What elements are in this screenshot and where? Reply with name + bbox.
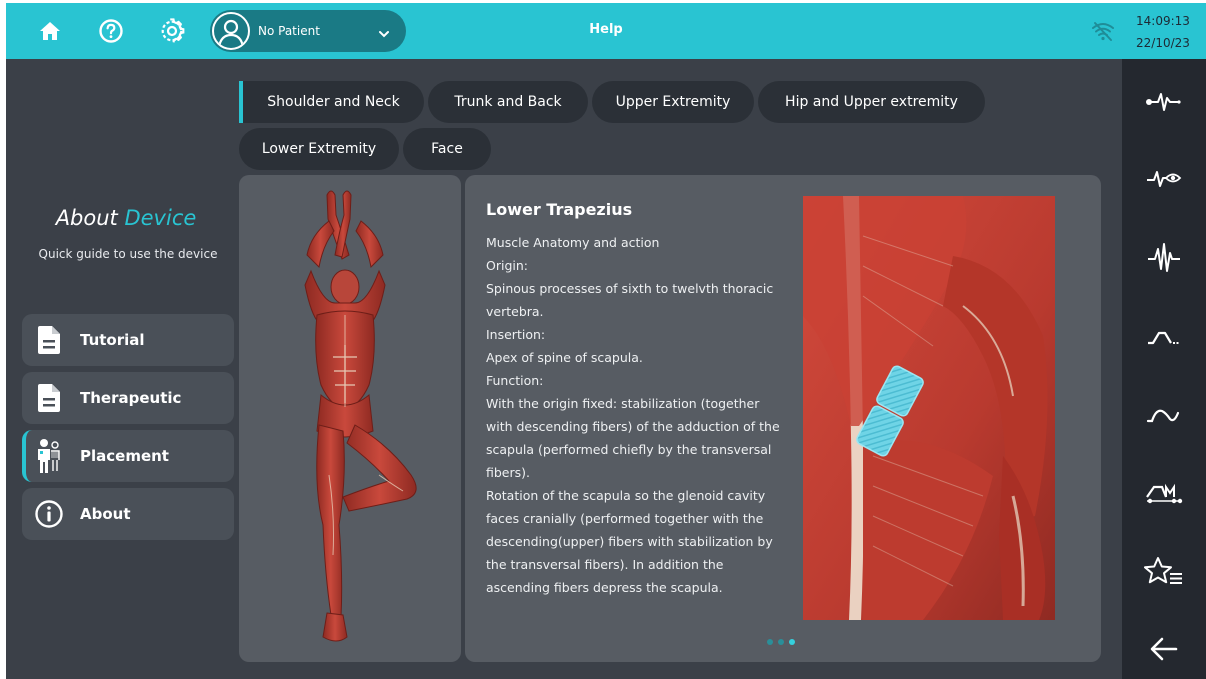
- chevron-down-icon: [378, 25, 390, 44]
- tab-hip-and-upper-extremity[interactable]: Hip and Upper extremity: [758, 81, 985, 123]
- sidebar-item-label: Tutorial: [80, 331, 145, 349]
- description-line: Apex of spine of scapula.: [486, 350, 643, 365]
- body-anatomy-icon: [32, 439, 66, 473]
- anatomy-figure-panel: [239, 175, 461, 662]
- sidebar-item-label: About: [80, 505, 131, 523]
- ems-waveform-icon[interactable]: [1142, 82, 1186, 122]
- top-bar: No Patient Help 14:09:13 22/10/23: [6, 3, 1206, 59]
- clock: 14:09:13 22/10/23: [1136, 10, 1190, 54]
- sidebar-item-tutorial[interactable]: Tutorial: [22, 314, 234, 366]
- muscle-title: Lower Trapezius: [486, 200, 633, 219]
- tab-face[interactable]: Face: [403, 128, 491, 170]
- muscle-anatomy-figure: [304, 190, 417, 642]
- tab-shoulder-and-neck[interactable]: Shoulder and Neck: [239, 81, 424, 123]
- description-line: Spinous processes of sixth to twelvth th…: [486, 281, 774, 319]
- description-line: Insertion:: [486, 327, 546, 342]
- tab-trunk-and-back[interactable]: Trunk and Back: [428, 81, 588, 123]
- pager-dot[interactable]: [767, 639, 773, 645]
- tab-lower-extremity[interactable]: Lower Extremity: [239, 128, 399, 170]
- back-arrow-icon[interactable]: [1142, 629, 1186, 669]
- sine-wave-icon[interactable]: [1142, 395, 1186, 435]
- sidebar-title-accent: Device: [124, 206, 197, 230]
- patient-select[interactable]: No Patient: [210, 10, 406, 52]
- description-line: Rotation of the scapula so the glenoid c…: [486, 488, 773, 595]
- description-line: Origin:: [486, 258, 528, 273]
- ramp-waveform-icon[interactable]: [1142, 317, 1186, 357]
- tab-upper-extremity[interactable]: Upper Extremity: [592, 81, 754, 123]
- sidebar-item-therapeutic[interactable]: Therapeutic: [22, 372, 234, 424]
- sidebar-item-label: Therapeutic: [80, 389, 182, 407]
- info-icon: [32, 497, 66, 531]
- document-icon: [32, 323, 66, 357]
- sidebar-item-label: Placement: [80, 447, 169, 465]
- app-window: No Patient Help 14:09:13 22/10/23 About …: [6, 3, 1206, 679]
- pager-dot[interactable]: [778, 639, 784, 645]
- sidebar-subtitle: Quick guide to use the device: [38, 247, 218, 261]
- right-rail: [1122, 59, 1206, 679]
- description-line: Function:: [486, 373, 544, 388]
- wifi-off-icon: [1091, 20, 1115, 46]
- emg-waveform-icon[interactable]: [1142, 238, 1186, 278]
- description-line: Muscle Anatomy and action: [486, 235, 660, 250]
- avatar-icon: [212, 12, 250, 50]
- program-sequence-icon[interactable]: [1142, 473, 1186, 513]
- page-title: Help: [589, 22, 623, 37]
- favorites-list-icon[interactable]: [1142, 552, 1186, 592]
- sidebar-item-about[interactable]: About: [22, 488, 234, 540]
- clock-time: 14:09:13: [1136, 14, 1190, 28]
- pager-dot-active[interactable]: [789, 639, 795, 645]
- muscle-info-panel: Lower Trapezius Muscle Anatomy and actio…: [465, 175, 1101, 662]
- home-icon[interactable]: [36, 17, 64, 45]
- sidebar-item-placement[interactable]: Placement: [22, 430, 234, 482]
- help-icon[interactable]: [97, 17, 125, 45]
- image-pager: [767, 639, 795, 645]
- sidebar-title-main: About: [55, 206, 118, 230]
- back-muscle-image: [803, 196, 1055, 620]
- sidebar-title: About Device: [6, 206, 246, 230]
- patient-name: No Patient: [258, 24, 320, 38]
- clock-date: 22/10/23: [1136, 36, 1190, 50]
- waveform-eye-icon[interactable]: [1142, 159, 1186, 199]
- gear-icon[interactable]: [158, 17, 186, 45]
- description-line: With the origin fixed: stabilization (to…: [486, 396, 780, 480]
- document-icon: [32, 381, 66, 415]
- muscle-description: Muscle Anatomy and action Origin: Spinou…: [486, 231, 786, 599]
